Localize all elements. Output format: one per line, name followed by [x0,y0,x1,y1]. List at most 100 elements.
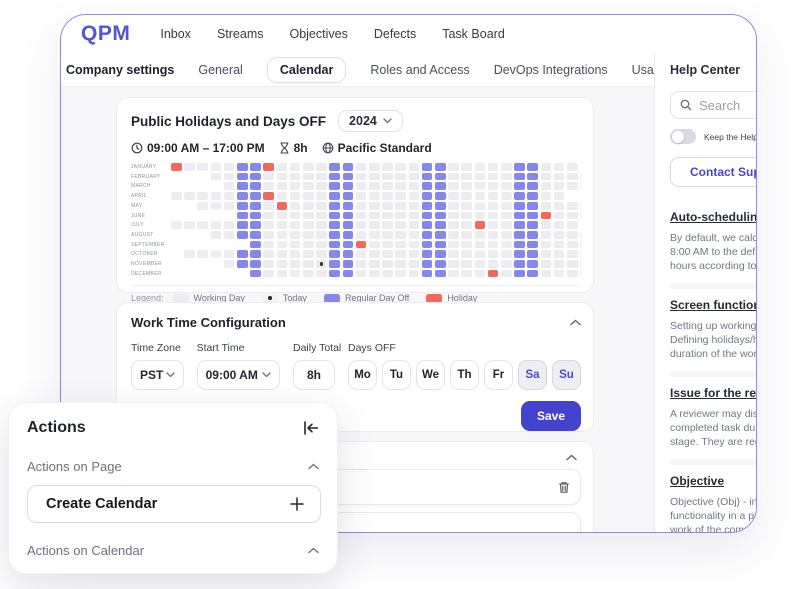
day-cell[interactable] [276,201,288,210]
day-cell[interactable] [421,260,433,268]
day-cell[interactable] [553,201,565,210]
day-cell[interactable] [501,172,512,181]
day-cell[interactable] [553,172,565,181]
day-cell[interactable] [303,250,314,259]
day-cell[interactable] [382,182,393,191]
day-cell[interactable] [329,221,340,229]
help-article-title[interactable]: Issue for the reviewer [670,386,756,400]
day-cell[interactable] [435,163,446,171]
day-cell[interactable] [421,221,433,229]
day-cell[interactable] [487,250,499,259]
day-cell[interactable] [487,269,499,278]
day-cell[interactable] [408,201,420,210]
day-cell[interactable] [501,192,512,200]
tab-general[interactable]: General [198,58,242,82]
day-cell[interactable] [369,172,380,181]
day-cell[interactable] [580,201,581,210]
top-nav-item-task-board[interactable]: Task Board [442,27,505,41]
day-cell[interactable] [553,260,565,268]
day-cell[interactable] [487,221,499,229]
collapse-section-button[interactable] [570,319,581,326]
day-cell[interactable] [250,182,261,191]
day-cell[interactable] [237,192,248,200]
day-cell[interactable] [263,192,274,200]
day-cell[interactable] [435,182,446,191]
day-cell[interactable] [342,211,354,220]
day-cell[interactable] [250,172,261,181]
day-cell[interactable] [501,260,512,268]
day-cell[interactable] [276,269,288,278]
day-chip-su[interactable]: Su [552,360,581,390]
day-cell[interactable] [223,172,235,181]
day-cell[interactable] [435,211,446,220]
timezone-select[interactable]: PST [131,360,184,390]
day-cell[interactable] [237,230,248,239]
day-cell[interactable] [303,211,314,220]
day-cell[interactable] [553,221,565,229]
day-cell[interactable] [171,163,182,171]
day-cell[interactable] [382,192,393,200]
day-cell[interactable] [395,172,406,181]
day-cell[interactable] [342,201,354,210]
day-cell[interactable] [527,250,538,259]
day-cell[interactable] [369,182,380,191]
day-chip-fr[interactable]: Fr [484,360,513,390]
day-cell[interactable] [263,172,274,181]
day-cell[interactable] [527,211,538,220]
day-cell[interactable] [408,163,420,171]
day-cell[interactable] [289,201,301,210]
day-cell[interactable] [514,230,525,239]
day-cell[interactable] [567,260,578,268]
create-calendar-button[interactable]: Create Calendar [27,485,321,523]
day-cell[interactable] [540,201,552,210]
day-cell[interactable] [474,211,486,220]
day-cell[interactable] [553,182,565,191]
day-cell[interactable] [303,172,314,181]
day-cell[interactable] [448,230,459,239]
day-cell[interactable] [395,192,406,200]
day-cell[interactable] [342,230,354,239]
day-cell[interactable] [487,192,499,200]
day-cell[interactable] [329,172,340,181]
day-cell[interactable] [435,269,446,278]
day-chip-th[interactable]: Th [450,360,479,390]
day-cell[interactable] [316,250,327,259]
day-cell[interactable] [316,192,327,200]
day-cell[interactable] [501,211,512,220]
day-cell[interactable] [316,221,327,229]
day-cell[interactable] [263,211,274,220]
day-cell[interactable] [329,269,340,278]
tab-roles-and-access[interactable]: Roles and Access [370,58,469,82]
day-cell[interactable] [580,250,581,259]
help-article-title[interactable]: Auto-scheduling and [670,210,756,224]
day-cell[interactable] [223,192,235,200]
day-cell[interactable] [580,211,581,220]
day-cell[interactable] [263,240,274,249]
day-cell[interactable] [355,260,367,268]
day-chip-tu[interactable]: Tu [382,360,411,390]
day-cell[interactable] [580,172,581,181]
day-cell[interactable] [540,182,552,191]
start-time-select[interactable]: 09:00 AM [196,360,280,390]
year-select[interactable]: 2024 [338,110,403,132]
day-cell[interactable] [540,269,552,278]
day-cell[interactable] [210,230,222,239]
day-cell[interactable] [303,269,314,278]
day-cell[interactable] [382,211,393,220]
day-cell[interactable] [448,163,459,171]
day-cell[interactable] [435,240,446,249]
day-cell[interactable] [289,163,301,171]
day-cell[interactable] [448,240,459,249]
day-cell[interactable] [395,211,406,220]
day-cell[interactable] [355,182,367,191]
day-cell[interactable] [461,172,472,181]
day-cell[interactable] [369,260,380,268]
day-cell[interactable] [435,201,446,210]
day-cell[interactable] [461,240,472,249]
day-cell[interactable] [514,172,525,181]
day-cell[interactable] [171,221,182,229]
day-cell[interactable] [567,201,578,210]
day-cell[interactable] [237,201,248,210]
help-article-title[interactable]: Objective [670,474,756,488]
day-cell[interactable] [448,182,459,191]
